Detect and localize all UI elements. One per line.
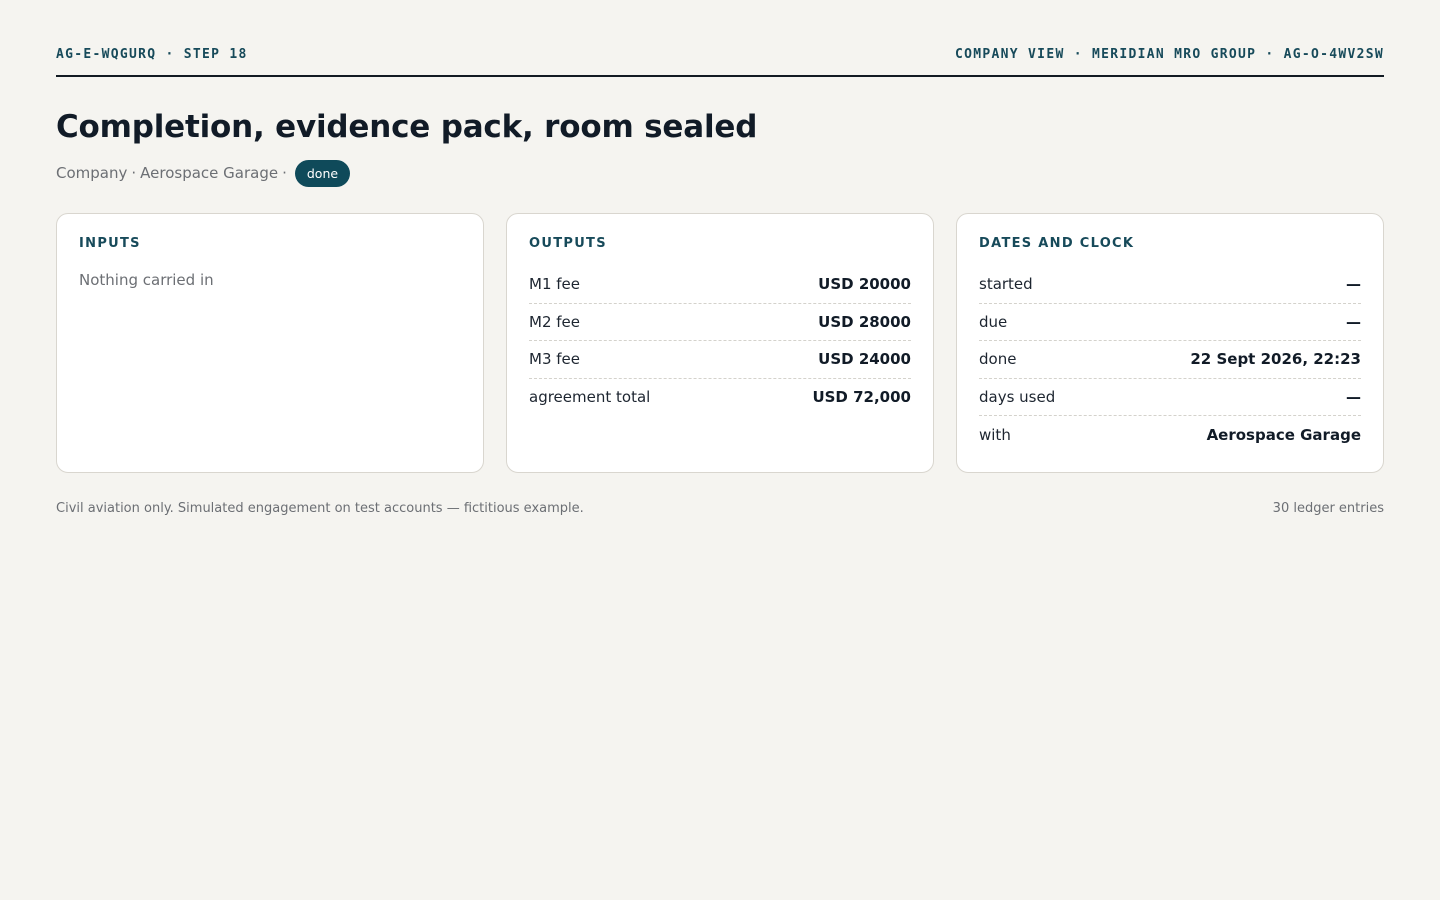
date-row-started: started — bbox=[979, 266, 1361, 304]
date-row-days-used: days used — bbox=[979, 379, 1361, 416]
inputs-card: INPUTS Nothing carried in bbox=[56, 213, 484, 473]
outputs-heading: OUTPUTS bbox=[529, 236, 607, 251]
subtitle: Company · Aerospace Garage · done bbox=[56, 159, 1384, 187]
row-label: M2 fee bbox=[529, 312, 580, 331]
row-label: days used bbox=[979, 387, 1056, 406]
separator: · bbox=[282, 164, 287, 182]
row-value: 22 Sept 2026, 22:23 bbox=[1190, 350, 1361, 369]
row-value: Aerospace Garage bbox=[1206, 425, 1361, 444]
page-title: Completion, evidence pack, room sealed bbox=[56, 109, 758, 145]
date-row-with: with Aerospace Garage bbox=[979, 416, 1361, 454]
dates-heading: DATES AND CLOCK bbox=[979, 236, 1135, 251]
engagement-step-label: AG-E-WQGURQ · STEP 18 bbox=[56, 47, 248, 62]
row-label: M3 fee bbox=[529, 350, 580, 369]
ledger-count: 30 ledger entries bbox=[1272, 501, 1384, 516]
status-badge: done bbox=[294, 159, 351, 187]
output-row-m1-fee: M1 fee USD 20000 bbox=[529, 266, 911, 304]
view-context-label: COMPANY VIEW · MERIDIAN MRO GROUP · AG-O… bbox=[955, 47, 1384, 62]
inputs-heading: INPUTS bbox=[79, 236, 141, 251]
top-bar: AG-E-WQGURQ · STEP 18 COMPANY VIEW · MER… bbox=[56, 0, 1384, 77]
output-row-m3-fee: M3 fee USD 24000 bbox=[529, 341, 911, 379]
output-row-m2-fee: M2 fee USD 28000 bbox=[529, 304, 911, 341]
footer: Civil aviation only. Simulated engagemen… bbox=[56, 500, 1384, 518]
outputs-card: OUTPUTS M1 fee USD 20000 M2 fee USD 2800… bbox=[506, 213, 934, 473]
row-value: USD 72,000 bbox=[812, 388, 911, 407]
dates-card: DATES AND CLOCK started — due — done 22 … bbox=[956, 213, 1384, 473]
row-value: — bbox=[1346, 275, 1361, 294]
row-value: USD 20000 bbox=[818, 275, 911, 294]
cards-row: INPUTS Nothing carried in OUTPUTS M1 fee… bbox=[56, 213, 1384, 473]
output-row-agreement-total: agreement total USD 72,000 bbox=[529, 379, 911, 417]
role-label: Company bbox=[56, 164, 128, 182]
row-value: — bbox=[1346, 312, 1361, 331]
row-label: agreement total bbox=[529, 388, 651, 407]
row-value: USD 24000 bbox=[818, 350, 911, 369]
row-label: due bbox=[979, 312, 1008, 331]
row-value: USD 28000 bbox=[818, 312, 911, 331]
row-label: started bbox=[979, 275, 1033, 294]
date-row-due: due — bbox=[979, 304, 1361, 341]
inputs-empty-text: Nothing carried in bbox=[79, 271, 214, 289]
disclaimer-text: Civil aviation only. Simulated engagemen… bbox=[56, 501, 584, 516]
row-label: M1 fee bbox=[529, 275, 580, 294]
separator: · bbox=[131, 164, 137, 182]
page: AG-E-WQGURQ · STEP 18 COMPANY VIEW · MER… bbox=[56, 0, 1384, 518]
counterparty-label: Aerospace Garage bbox=[140, 164, 279, 182]
row-label: done bbox=[979, 350, 1017, 369]
row-value: — bbox=[1346, 387, 1361, 406]
row-label: with bbox=[979, 425, 1011, 444]
date-row-done: done 22 Sept 2026, 22:23 bbox=[979, 341, 1361, 379]
